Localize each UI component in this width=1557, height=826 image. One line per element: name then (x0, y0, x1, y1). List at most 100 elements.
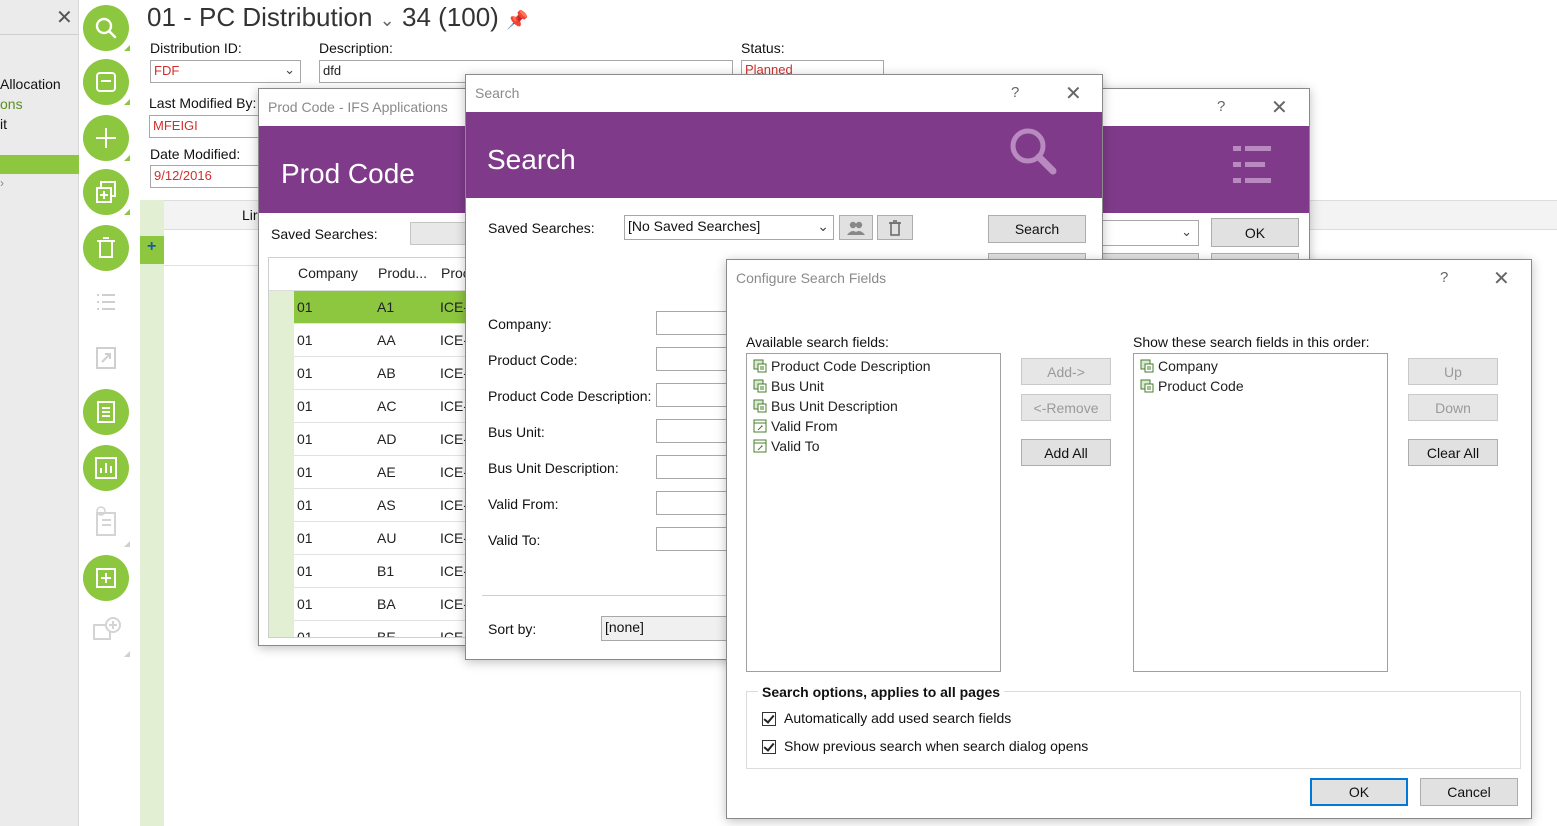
search-button[interactable]: Search (988, 215, 1086, 243)
search-icon (95, 17, 117, 39)
column-header-product[interactable]: Produ... (378, 265, 427, 281)
list-icon (1233, 146, 1271, 183)
table-row[interactable]: 01 AA ICE- (294, 324, 467, 357)
new-note-button[interactable] (83, 555, 129, 601)
shown-fields-list[interactable]: Company Product Code (1133, 353, 1388, 672)
prodcode-title: Prod Code - IFS Applications (268, 99, 448, 115)
sort-by-dropdown[interactable]: [none] (601, 616, 741, 641)
page-title-text: 01 - PC Distribution (147, 2, 373, 32)
column-header-company[interactable]: Company (298, 265, 358, 281)
distribution-id-field[interactable]: FDF ⌄ (150, 60, 301, 83)
bus-unit-input[interactable] (656, 419, 736, 443)
help-icon[interactable]: ? (1217, 98, 1225, 115)
saved-searches-dropdown[interactable]: [No Saved Searches] ⌄ (624, 215, 834, 240)
prodcode-grid: Company Produ... Proc 01 A1 ICE- 01 AA ICE- 01… (268, 257, 468, 638)
help-icon[interactable]: ? (1011, 84, 1019, 101)
product-code-input[interactable] (656, 347, 736, 371)
list-item-label: Bus Unit (771, 378, 824, 394)
list-item[interactable]: Company (1140, 358, 1218, 374)
table-cell-company: 01 (297, 365, 313, 381)
date-modified-label: Date Modified: (150, 146, 241, 162)
date-field-icon (753, 439, 767, 453)
table-row[interactable]: 01 AS ICE- (294, 489, 467, 522)
move-down-button[interactable]: Down (1408, 394, 1498, 421)
grid-body: 01 A1 ICE- 01 AA ICE- 01 AB ICE- 01 AC ICE- 01 AD ICE-… (294, 291, 468, 638)
close-icon[interactable]: ✕ (1493, 266, 1510, 291)
users-icon (847, 221, 865, 235)
table-row[interactable]: 01 BA ICE- (294, 588, 467, 621)
chevron-down-icon[interactable]: ⌄ (284, 62, 295, 78)
nav-item-it[interactable]: it (0, 116, 7, 132)
delete-button[interactable] (83, 225, 129, 271)
toolbar (80, 0, 140, 826)
company-input[interactable] (656, 311, 736, 335)
delete-search-button[interactable] (877, 215, 913, 240)
available-fields-list[interactable]: Product Code Description Bus Unit Bus Un… (746, 353, 1001, 672)
details-button[interactable] (83, 389, 129, 435)
table-row[interactable]: 01 A1 ICE- (294, 291, 467, 324)
table-cell-company: 01 (297, 497, 313, 513)
remove-field-button[interactable]: <-Remove (1021, 394, 1111, 421)
nav-item-selected[interactable] (0, 155, 79, 174)
grid-header: Company Produ... Proc (269, 258, 467, 291)
saved-searches-dropdown[interactable] (410, 222, 470, 245)
list-item[interactable]: Product Code Description (753, 358, 931, 374)
list-item[interactable]: Valid To (753, 438, 820, 454)
column-header-desc[interactable]: Proc (441, 265, 467, 281)
duplicate-button[interactable] (83, 169, 129, 215)
search-options-label: Search options, applies to all pages (758, 684, 1005, 700)
search-button[interactable] (83, 5, 129, 51)
product-code-description-input[interactable] (656, 383, 736, 407)
ok-button[interactable]: OK (1211, 218, 1299, 247)
show-previous-option[interactable]: Show previous search when search dialog … (762, 738, 1088, 755)
table-cell-desc: ICE- (440, 530, 468, 546)
add-all-button[interactable]: Add All (1021, 439, 1111, 466)
table-cell-product: BA (377, 596, 396, 612)
table-row[interactable]: 01 AB ICE- (294, 357, 467, 390)
bus-unit-description-input[interactable] (656, 455, 736, 479)
save-button[interactable] (83, 59, 129, 105)
valid-to-input[interactable] (656, 527, 736, 551)
nav-item-arrow[interactable]: › (0, 176, 4, 190)
table-row[interactable]: 01 AC ICE- (294, 390, 467, 423)
pin-icon[interactable]: 📌 (506, 10, 528, 30)
ok-button[interactable]: OK (1310, 778, 1408, 806)
ok-dropdown[interactable]: ⌄ (1101, 220, 1199, 246)
lines-tab-label[interactable]: Lir (242, 207, 258, 223)
table-cell-product: AS (377, 497, 396, 513)
auto-add-option[interactable]: Automatically add used search fields (762, 710, 1012, 727)
clear-all-button[interactable]: Clear All (1408, 439, 1498, 466)
table-row[interactable]: 01 AD ICE- (294, 423, 467, 456)
company-label: Company: (488, 316, 552, 332)
chevron-down-icon[interactable]: ⌄ (380, 10, 395, 30)
close-icon[interactable]: ✕ (1065, 81, 1082, 106)
table-row[interactable]: 01 AU ICE- (294, 522, 468, 555)
table-row[interactable]: 01 BE ICE- (294, 621, 467, 638)
close-navigation-icon[interactable]: ✕ (56, 5, 73, 30)
move-up-button[interactable]: Up (1408, 358, 1498, 385)
table-row[interactable]: 01 B1 ICE- (294, 555, 467, 588)
table-cell-company: 01 (297, 629, 313, 638)
close-icon[interactable]: ✕ (1271, 95, 1288, 120)
list-item[interactable]: Bus Unit Description (753, 398, 898, 414)
table-row[interactable]: 01 AE ICE- (294, 456, 467, 489)
corner-marker (124, 651, 130, 657)
cancel-button[interactable]: Cancel (1420, 778, 1518, 806)
list-item[interactable]: Valid From (753, 418, 838, 434)
show-previous-checkbox[interactable] (762, 740, 776, 755)
share-search-button[interactable] (839, 215, 873, 240)
list-item[interactable]: Bus Unit (753, 378, 824, 394)
help-icon[interactable]: ? (1440, 269, 1448, 286)
divider (164, 265, 264, 266)
add-button[interactable] (83, 115, 129, 161)
auto-add-checkbox[interactable] (762, 712, 776, 727)
nav-item-allocation[interactable]: Allocation (0, 76, 61, 92)
list-item[interactable]: Product Code (1140, 378, 1244, 394)
sort-by-label: Sort by: (488, 621, 537, 637)
add-field-button[interactable]: Add-> (1021, 358, 1111, 385)
configure-title: Configure Search Fields (736, 270, 887, 286)
chart-button[interactable] (83, 445, 129, 491)
valid-from-input[interactable] (656, 491, 736, 515)
nav-item-options[interactable]: ons (0, 96, 23, 112)
auto-add-label: Automatically add used search fields (784, 710, 1012, 726)
